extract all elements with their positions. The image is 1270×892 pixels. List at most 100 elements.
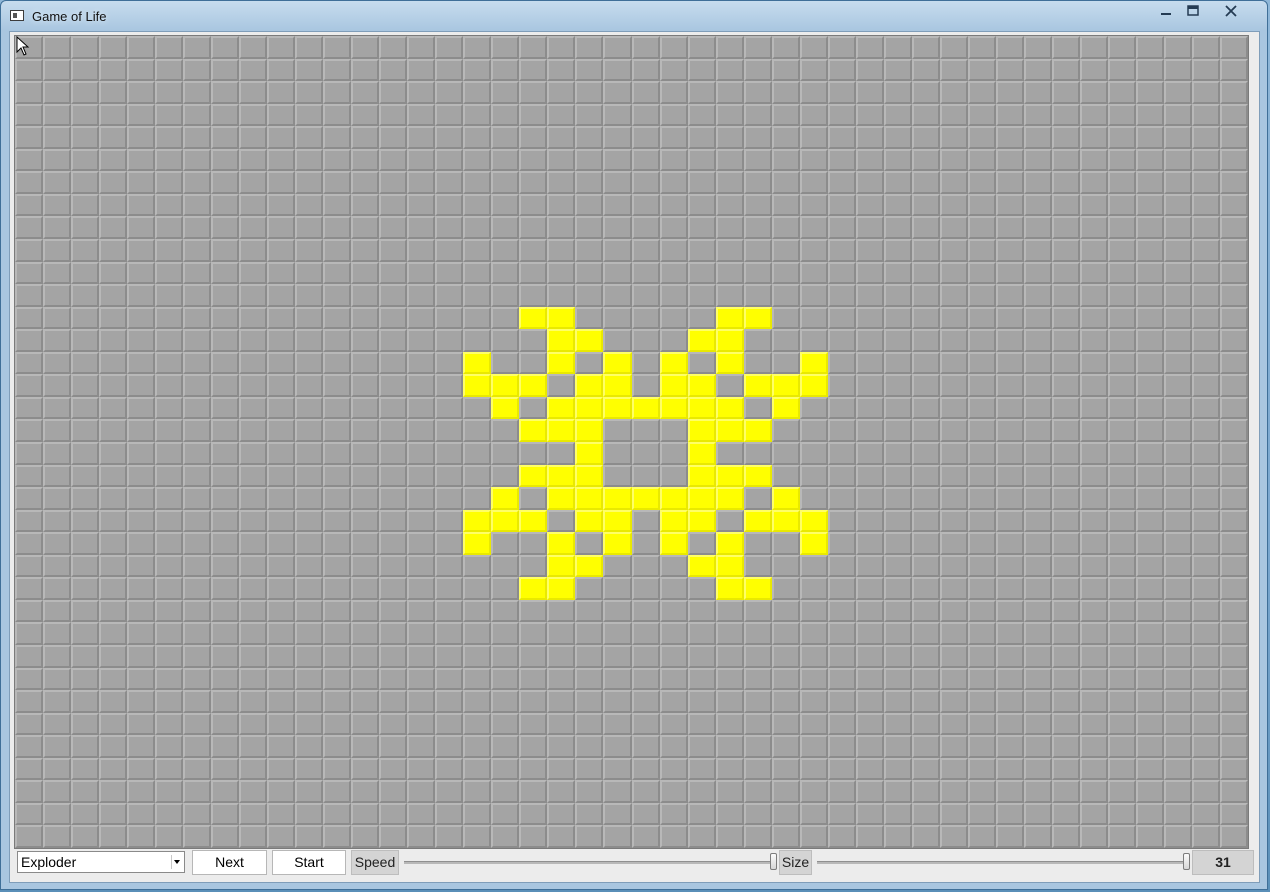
- cell[interactable]: [519, 825, 548, 848]
- cell[interactable]: [463, 464, 492, 488]
- cell[interactable]: [1135, 148, 1164, 172]
- cell[interactable]: [211, 171, 240, 194]
- cell[interactable]: [1107, 667, 1136, 691]
- cell[interactable]: [239, 171, 268, 194]
- cell[interactable]: [995, 509, 1024, 533]
- cell[interactable]: [855, 667, 884, 691]
- cell[interactable]: [15, 825, 44, 848]
- cell[interactable]: [659, 126, 688, 149]
- cell[interactable]: [1163, 825, 1192, 848]
- cell[interactable]: [1051, 690, 1080, 713]
- cell[interactable]: [547, 36, 576, 59]
- cell[interactable]: [1051, 577, 1080, 600]
- cell[interactable]: [743, 36, 772, 59]
- cell[interactable]: [351, 103, 380, 127]
- cell[interactable]: [1191, 441, 1220, 465]
- cell[interactable]: [939, 464, 968, 488]
- cell[interactable]: [183, 419, 212, 442]
- cell[interactable]: [659, 644, 688, 668]
- cell[interactable]: [267, 396, 296, 420]
- cell[interactable]: [687, 780, 716, 803]
- cell[interactable]: [71, 667, 100, 691]
- cell[interactable]: [15, 780, 44, 803]
- cell[interactable]: [715, 735, 744, 758]
- cell[interactable]: [351, 599, 380, 623]
- cell[interactable]: [575, 644, 604, 668]
- cell[interactable]: [687, 644, 716, 668]
- cell[interactable]: [295, 81, 324, 104]
- cell[interactable]: [491, 757, 520, 781]
- cell[interactable]: [771, 735, 800, 758]
- cell[interactable]: [995, 780, 1024, 803]
- cell[interactable]: [603, 103, 632, 127]
- cell[interactable]: [379, 36, 408, 59]
- cell[interactable]: [1191, 690, 1220, 713]
- cell-alive[interactable]: [547, 577, 576, 600]
- cell[interactable]: [239, 599, 268, 623]
- cell[interactable]: [183, 464, 212, 488]
- cell[interactable]: [743, 171, 772, 194]
- cell[interactable]: [99, 329, 128, 352]
- cell[interactable]: [323, 825, 352, 848]
- cell[interactable]: [995, 802, 1024, 826]
- cell[interactable]: [127, 712, 156, 736]
- cell[interactable]: [491, 238, 520, 262]
- cell[interactable]: [911, 284, 940, 307]
- cell[interactable]: [771, 193, 800, 217]
- cell-alive[interactable]: [687, 441, 716, 465]
- cell[interactable]: [491, 712, 520, 736]
- cell-alive[interactable]: [491, 509, 520, 533]
- cell[interactable]: [575, 36, 604, 59]
- cell[interactable]: [743, 599, 772, 623]
- cell[interactable]: [183, 261, 212, 285]
- cell[interactable]: [15, 148, 44, 172]
- cell[interactable]: [1163, 690, 1192, 713]
- cell[interactable]: [435, 36, 464, 59]
- cell[interactable]: [743, 329, 772, 352]
- cell[interactable]: [547, 667, 576, 691]
- cell[interactable]: [911, 802, 940, 826]
- cell[interactable]: [1107, 622, 1136, 645]
- cell[interactable]: [687, 712, 716, 736]
- cell[interactable]: [1079, 36, 1108, 59]
- cell[interactable]: [239, 396, 268, 420]
- cell[interactable]: [323, 644, 352, 668]
- cell[interactable]: [631, 126, 660, 149]
- cell[interactable]: [295, 622, 324, 645]
- cell[interactable]: [855, 690, 884, 713]
- cell[interactable]: [1135, 599, 1164, 623]
- cell[interactable]: [715, 690, 744, 713]
- cell[interactable]: [379, 464, 408, 488]
- cell[interactable]: [799, 577, 828, 600]
- cell[interactable]: [491, 126, 520, 149]
- cell[interactable]: [239, 735, 268, 758]
- cell[interactable]: [939, 351, 968, 375]
- cell[interactable]: [239, 58, 268, 82]
- cell[interactable]: [295, 825, 324, 848]
- cell[interactable]: [575, 81, 604, 104]
- cell[interactable]: [1079, 103, 1108, 127]
- cell[interactable]: [379, 81, 408, 104]
- cell[interactable]: [183, 509, 212, 533]
- cell[interactable]: [211, 599, 240, 623]
- cell[interactable]: [743, 441, 772, 465]
- cell[interactable]: [715, 780, 744, 803]
- cell[interactable]: [1051, 148, 1080, 172]
- cell[interactable]: [267, 58, 296, 82]
- cell[interactable]: [1051, 667, 1080, 691]
- cell[interactable]: [1135, 622, 1164, 645]
- cell[interactable]: [1079, 216, 1108, 239]
- cell[interactable]: [155, 419, 184, 442]
- cell[interactable]: [491, 284, 520, 307]
- cell[interactable]: [351, 171, 380, 194]
- cell[interactable]: [71, 554, 100, 578]
- cell[interactable]: [267, 284, 296, 307]
- cell[interactable]: [463, 712, 492, 736]
- cell[interactable]: [267, 509, 296, 533]
- cell[interactable]: [1023, 622, 1052, 645]
- cell[interactable]: [1191, 577, 1220, 600]
- cell[interactable]: [239, 351, 268, 375]
- cell[interactable]: [715, 667, 744, 691]
- cell[interactable]: [295, 667, 324, 691]
- cell[interactable]: [43, 735, 72, 758]
